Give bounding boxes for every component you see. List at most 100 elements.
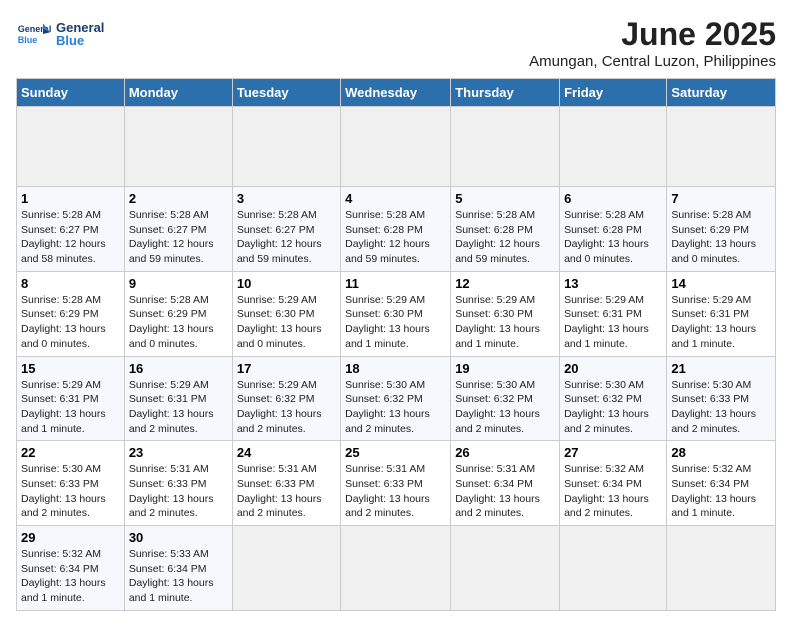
day-info: Sunrise: 5:28 AM Sunset: 6:28 PM Dayligh… [564, 208, 662, 267]
calendar-cell: 17 Sunrise: 5:29 AM Sunset: 6:32 PM Dayli… [232, 356, 340, 441]
day-info: Sunrise: 5:32 AM Sunset: 6:34 PM Dayligh… [671, 462, 771, 521]
calendar-cell [560, 526, 667, 611]
calendar-cell: 25Sunrise: 5:31 AM Sunset: 6:33 PM Dayli… [341, 441, 451, 526]
day-info: Sunrise: 5:30 AM Sunset: 6:33 PM Dayligh… [671, 378, 771, 437]
calendar-cell: 15Sunrise: 5:29 AM Sunset: 6:31 PM Dayli… [17, 356, 125, 441]
calendar-cell: 19Sunrise: 5:30 AM Sunset: 6:32 PM Dayli… [451, 356, 560, 441]
day-number: 6 [564, 191, 662, 206]
calendar-cell: 12 Sunrise: 5:29 AM Sunset: 6:30 PM Dayli… [451, 271, 560, 356]
day-number: 17 [237, 361, 336, 376]
day-info: Sunrise: 5:31 AM Sunset: 6:33 PM Dayligh… [237, 462, 336, 521]
calendar-cell: 6 Sunrise: 5:28 AM Sunset: 6:28 PM Daylig… [560, 187, 667, 272]
day-number: 15 [21, 361, 120, 376]
logo-blue-text: Blue [56, 33, 104, 48]
title-block: June 2025 Amungan, Central Luzon, Philip… [529, 16, 776, 70]
calendar-cell [451, 107, 560, 187]
day-info: Sunrise: 5:29 AM Sunset: 6:30 PM Dayligh… [455, 293, 555, 352]
day-number: 5 [455, 191, 555, 206]
day-info: Sunrise: 5:28 AM Sunset: 6:28 PM Dayligh… [455, 208, 555, 267]
calendar-cell: 10Sunrise: 5:29 AM Sunset: 6:30 PM Dayli… [232, 271, 340, 356]
day-number: 16 [129, 361, 228, 376]
day-number: 23 [129, 445, 228, 460]
day-number: 27 [564, 445, 662, 460]
day-number: 20 [564, 361, 662, 376]
calendar-cell: 26Sunrise: 5:31 AM Sunset: 6:34 PM Dayli… [451, 441, 560, 526]
calendar-cell [232, 526, 340, 611]
day-info: Sunrise: 5:29 AM Sunset: 6:31 PM Dayligh… [671, 293, 771, 352]
day-info: Sunrise: 5:29 AM Sunset: 6:31 PM Dayligh… [564, 293, 662, 352]
calendar-table: SundayMondayTuesdayWednesdayThursdayFrid… [16, 78, 776, 611]
day-number: 19 [455, 361, 555, 376]
day-info: Sunrise: 5:32 AM Sunset: 6:34 PM Dayligh… [564, 462, 662, 521]
day-info: Sunrise: 5:28 AM Sunset: 6:29 PM Dayligh… [129, 293, 228, 352]
day-info: Sunrise: 5:29 AM Sunset: 6:30 PM Dayligh… [345, 293, 446, 352]
day-info: Sunrise: 5:28 AM Sunset: 6:27 PM Dayligh… [237, 208, 336, 267]
column-header-monday: Monday [124, 79, 232, 107]
calendar-cell [124, 107, 232, 187]
calendar-header: SundayMondayTuesdayWednesdayThursdayFrid… [17, 79, 776, 107]
day-info: Sunrise: 5:28 AM Sunset: 6:28 PM Dayligh… [345, 208, 446, 267]
day-info: Sunrise: 5:29 AM Sunset: 6:31 PM Dayligh… [129, 378, 228, 437]
day-info: Sunrise: 5:28 AM Sunset: 6:29 PM Dayligh… [671, 208, 771, 267]
day-number: 4 [345, 191, 446, 206]
day-number: 29 [21, 530, 120, 545]
column-header-friday: Friday [560, 79, 667, 107]
calendar-cell: 11 Sunrise: 5:29 AM Sunset: 6:30 PM Dayli… [341, 271, 451, 356]
calendar-cell: 18 Sunrise: 5:30 AM Sunset: 6:32 PM Dayli… [341, 356, 451, 441]
column-header-wednesday: Wednesday [341, 79, 451, 107]
logo-icon: General Blue [16, 16, 52, 52]
day-info: Sunrise: 5:33 AM Sunset: 6:34 PM Dayligh… [129, 547, 228, 606]
day-info: Sunrise: 5:30 AM Sunset: 6:32 PM Dayligh… [345, 378, 446, 437]
calendar-cell: 4 Sunrise: 5:28 AM Sunset: 6:28 PM Daylig… [341, 187, 451, 272]
calendar-cell [232, 107, 340, 187]
day-number: 11 [345, 276, 446, 291]
calendar-cell: 9 Sunrise: 5:28 AM Sunset: 6:29 PM Daylig… [124, 271, 232, 356]
day-info: Sunrise: 5:28 AM Sunset: 6:27 PM Dayligh… [129, 208, 228, 267]
calendar-cell: 1 Sunrise: 5:28 AM Sunset: 6:27 PM Daylig… [17, 187, 125, 272]
calendar-cell: 7Sunrise: 5:28 AM Sunset: 6:29 PM Daylig… [667, 187, 776, 272]
day-info: Sunrise: 5:28 AM Sunset: 6:27 PM Dayligh… [21, 208, 120, 267]
day-number: 14 [671, 276, 771, 291]
day-number: 21 [671, 361, 771, 376]
calendar-cell: 16 Sunrise: 5:29 AM Sunset: 6:31 PM Dayli… [124, 356, 232, 441]
calendar-cell [17, 107, 125, 187]
calendar-cell: 28 Sunrise: 5:32 AM Sunset: 6:34 PM Dayli… [667, 441, 776, 526]
day-info: Sunrise: 5:30 AM Sunset: 6:33 PM Dayligh… [21, 462, 120, 521]
day-number: 10 [237, 276, 336, 291]
calendar-cell: 30 Sunrise: 5:33 AM Sunset: 6:34 PM Dayli… [124, 526, 232, 611]
day-info: Sunrise: 5:28 AM Sunset: 6:29 PM Dayligh… [21, 293, 120, 352]
column-header-sunday: Sunday [17, 79, 125, 107]
day-number: 1 [21, 191, 120, 206]
day-info: Sunrise: 5:30 AM Sunset: 6:32 PM Dayligh… [564, 378, 662, 437]
calendar-cell [341, 526, 451, 611]
day-number: 8 [21, 276, 120, 291]
calendar-cell [560, 107, 667, 187]
page-header: General Blue General Blue June 2025 Amun… [16, 16, 776, 70]
calendar-cell [667, 107, 776, 187]
day-number: 24 [237, 445, 336, 460]
location-subtitle: Amungan, Central Luzon, Philippines [529, 53, 776, 70]
day-info: Sunrise: 5:31 AM Sunset: 6:33 PM Dayligh… [345, 462, 446, 521]
day-number: 12 [455, 276, 555, 291]
day-number: 18 [345, 361, 446, 376]
calendar-cell: 3 Sunrise: 5:28 AM Sunset: 6:27 PM Daylig… [232, 187, 340, 272]
day-number: 3 [237, 191, 336, 206]
calendar-cell: 24 Sunrise: 5:31 AM Sunset: 6:33 PM Dayli… [232, 441, 340, 526]
column-header-saturday: Saturday [667, 79, 776, 107]
day-number: 22 [21, 445, 120, 460]
day-number: 2 [129, 191, 228, 206]
calendar-cell: 20 Sunrise: 5:30 AM Sunset: 6:32 PM Dayli… [560, 356, 667, 441]
day-number: 30 [129, 530, 228, 545]
calendar-cell: 5 Sunrise: 5:28 AM Sunset: 6:28 PM Daylig… [451, 187, 560, 272]
calendar-cell [667, 526, 776, 611]
logo: General Blue General Blue [16, 16, 104, 52]
day-info: Sunrise: 5:29 AM Sunset: 6:32 PM Dayligh… [237, 378, 336, 437]
calendar-cell: 2 Sunrise: 5:28 AM Sunset: 6:27 PM Daylig… [124, 187, 232, 272]
calendar-cell [341, 107, 451, 187]
day-number: 28 [671, 445, 771, 460]
day-number: 9 [129, 276, 228, 291]
calendar-cell: 14 Sunrise: 5:29 AM Sunset: 6:31 PM Dayli… [667, 271, 776, 356]
calendar-cell: 23Sunrise: 5:31 AM Sunset: 6:33 PM Dayli… [124, 441, 232, 526]
day-info: Sunrise: 5:32 AM Sunset: 6:34 PM Dayligh… [21, 547, 120, 606]
svg-text:Blue: Blue [18, 35, 38, 45]
